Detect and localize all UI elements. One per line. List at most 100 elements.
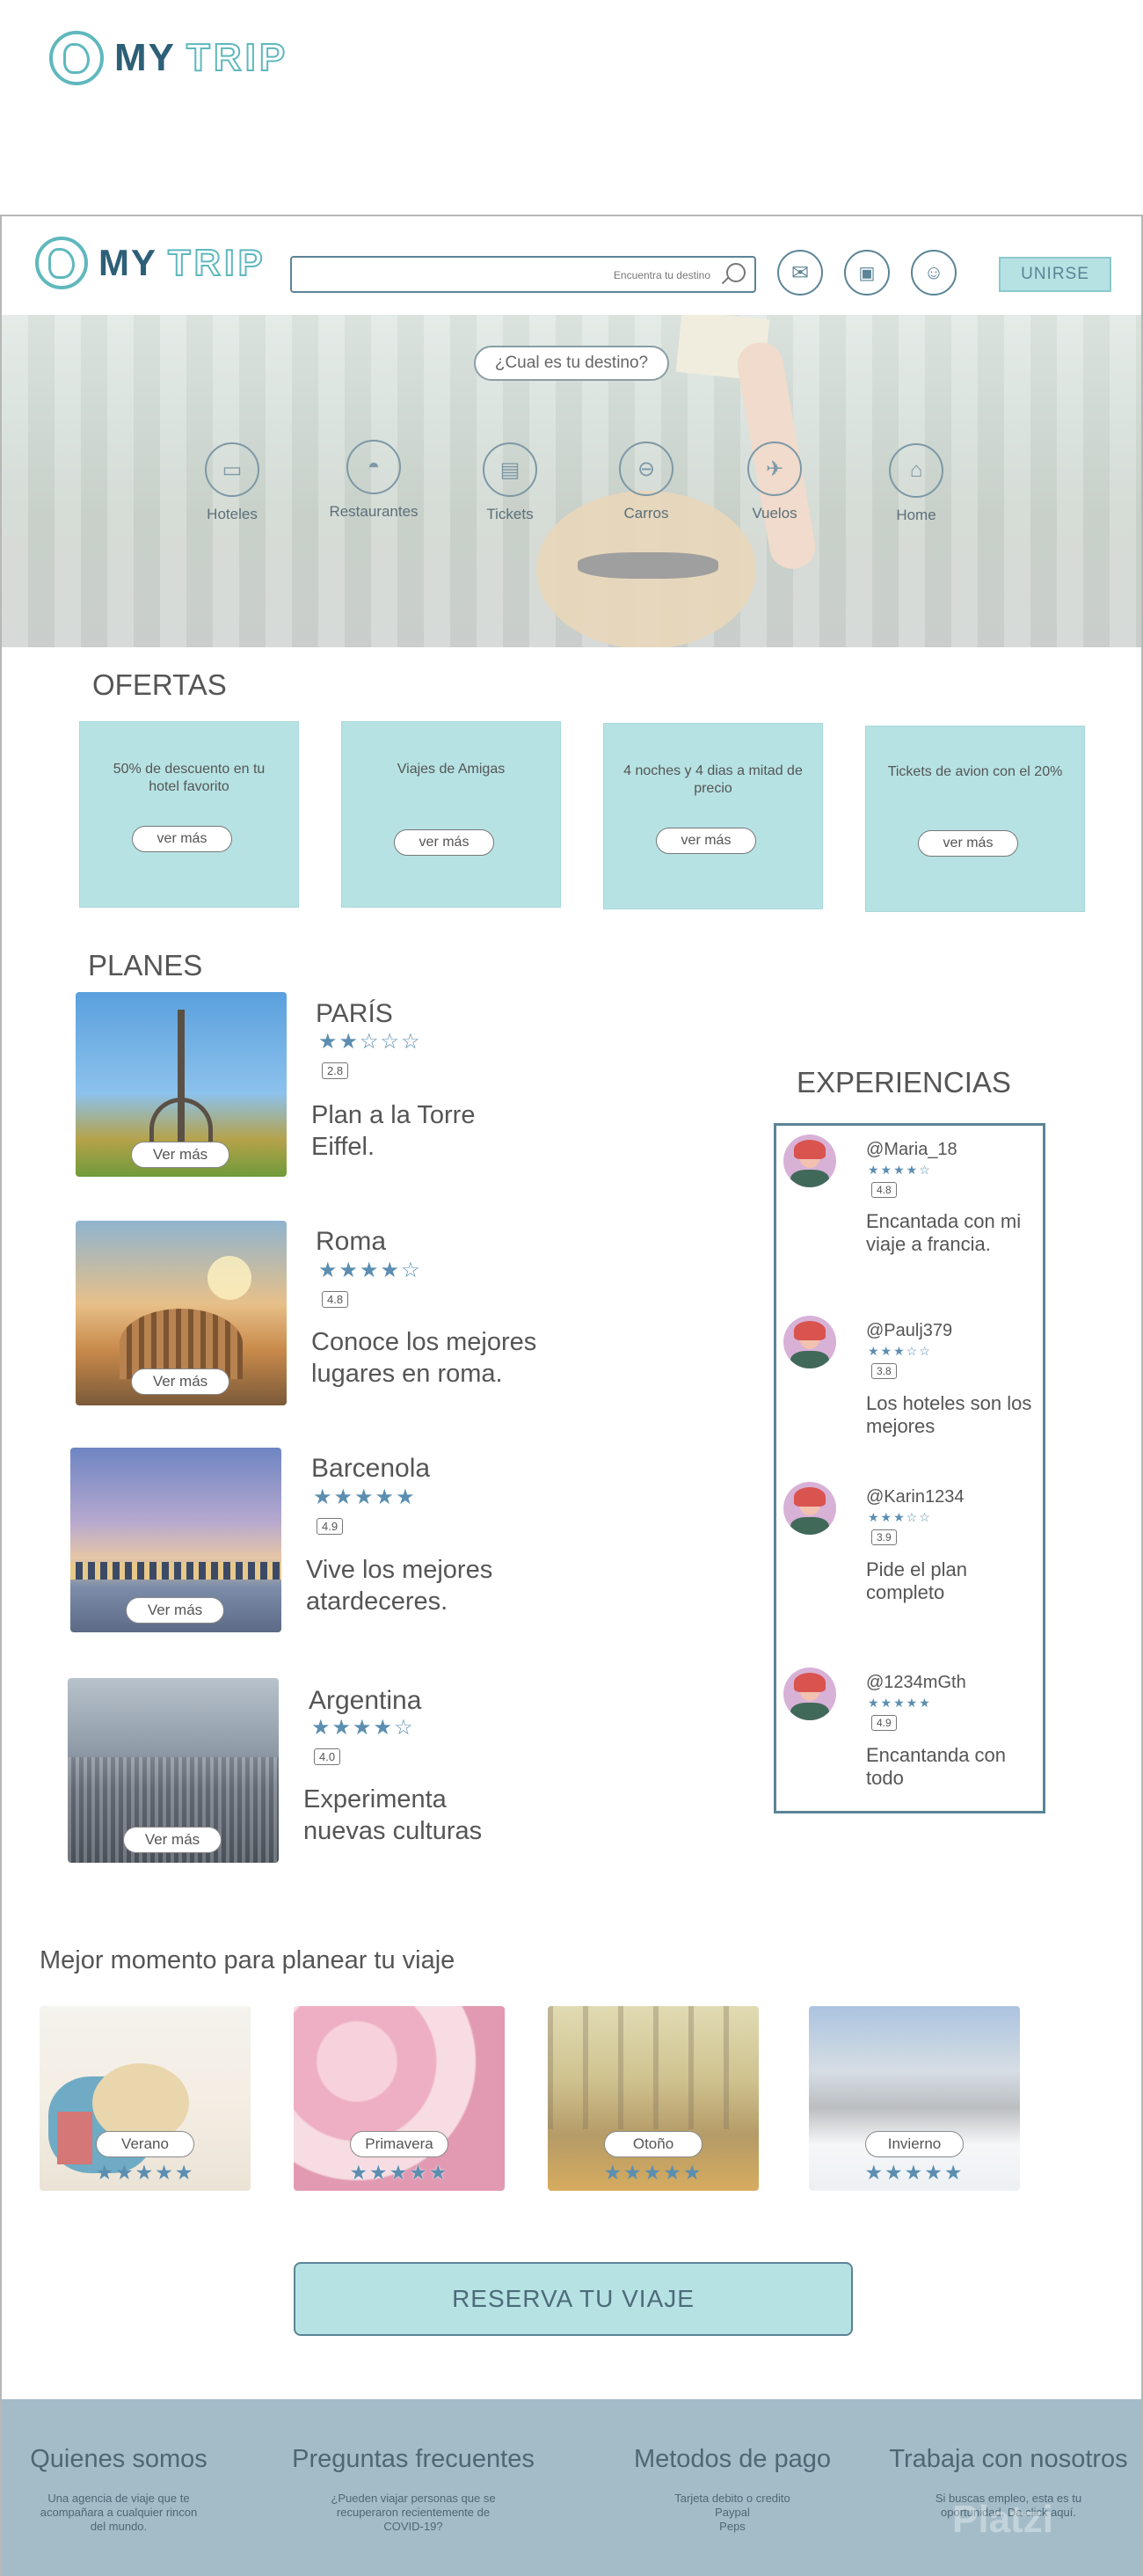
footer-preguntas[interactable]: Preguntas frecuentes ¿Pueden viajar pers… <box>281 2445 545 2534</box>
oferta-text: Tickets de avion con el 20% <box>887 764 1063 779</box>
rating-badge: 3.8 <box>871 1363 897 1379</box>
ver-mas-button[interactable]: ver más <box>132 826 232 852</box>
star-rating: ★★★★★ <box>95 2161 195 2184</box>
avatar <box>783 1316 836 1368</box>
oferta-text: 4 noches y 4 dias a mitad de precio <box>623 763 803 796</box>
category-label: Home <box>896 507 936 523</box>
plan-name: Argentina <box>309 1686 422 1715</box>
ver-mas-button[interactable]: ver más <box>394 829 494 856</box>
rating-badge: 4.8 <box>322 1291 349 1308</box>
rating-badge: 3.9 <box>871 1529 897 1545</box>
season-invierno[interactable]: Invierno ★★★★★ <box>809 2006 1020 2191</box>
experiencias-title: EXPERIENCIAS <box>797 1066 1011 1098</box>
ver-mas-button[interactable]: ver más <box>918 830 1018 857</box>
ver-mas-button[interactable]: Ver más <box>131 1142 229 1168</box>
ver-mas-button[interactable]: Ver más <box>123 1827 222 1853</box>
category-home[interactable]: ⌂ Home <box>855 443 978 524</box>
footer-text: Tarjeta debito o credito Paypal Peps <box>674 2492 790 2533</box>
avatar <box>783 1135 836 1187</box>
category-vuelos[interactable]: ✈ Vuelos <box>713 441 836 522</box>
username: @1234mGth <box>866 1673 966 1692</box>
plan-name: Barcenola <box>311 1454 431 1483</box>
user-button[interactable]: ☺ <box>911 250 957 296</box>
category-restaurantes[interactable]: ◓ Restaurantes <box>312 440 435 521</box>
planes-title: PLANES <box>88 949 203 982</box>
destination-prompt[interactable]: ¿Cual es tu destino? <box>474 346 669 381</box>
temporadas-title: Mejor momento para planear tu viaje <box>40 1946 455 1974</box>
footer-metodos-pago[interactable]: Metodos de pago Tarjeta debito o credito… <box>622 2445 842 2534</box>
plan-description: Experimenta nuevas culturas <box>303 1785 483 1845</box>
footer-heading[interactable]: Trabaja con nosotros <box>881 2445 1136 2474</box>
season-primavera[interactable]: Primavera ★★★★★ <box>294 2006 505 2191</box>
footer-text: ¿Pueden viajar personas que se recuperar… <box>331 2492 496 2533</box>
search-input[interactable]: Encuentra tu destino <box>290 256 756 293</box>
rating-badge: 4.8 <box>871 1182 897 1198</box>
footer-quienes-somos[interactable]: Quienes somos Una agencia de viaje que t… <box>18 2445 220 2534</box>
comment: Los hoteles son los mejores <box>866 1392 1032 1437</box>
logo-word-my: MY <box>98 242 157 283</box>
star-rating: ★★★★★ <box>864 2161 965 2184</box>
logo-word-my: MY <box>114 36 176 79</box>
mail-button[interactable]: ✉ <box>777 250 823 296</box>
cloche-icon: ◓ <box>346 440 401 494</box>
plan-description: Plan a la Torre Eiffel. <box>311 1101 476 1161</box>
category-carros[interactable]: ⊖ Carros <box>585 441 708 522</box>
plane-icon: ✈ <box>747 441 802 496</box>
globe-plane-icon <box>49 31 104 85</box>
star-rating: ★★★★☆ <box>318 1259 422 1282</box>
category-hoteles[interactable]: ▭ Hoteles <box>171 442 294 523</box>
comment: Encantanda con todo <box>866 1744 1007 1789</box>
top-logo: MY TRIP <box>49 28 288 88</box>
experiencias-panel: @Maria_18 ★★★★☆ 4.8 Encantada con mi via… <box>774 1123 1045 1813</box>
star-rating: ★★★★★ <box>603 2161 703 2184</box>
join-button[interactable]: UNIRSE <box>999 257 1111 292</box>
footer-heading[interactable]: Metodos de pago <box>622 2445 842 2474</box>
car-icon: ⊖ <box>619 441 673 496</box>
oferta-text: Viajes de Amigas <box>397 762 506 777</box>
avatar <box>783 1482 836 1535</box>
plan-description: Conoce los mejores lugares en roma. <box>311 1328 537 1388</box>
season-label: Invierno <box>865 2131 964 2157</box>
header-logo[interactable]: MY TRIP <box>35 234 266 292</box>
oferta-card[interactable]: 50% de descuento en tu hotel favorito ve… <box>79 721 299 908</box>
logo-word-trip: TRIP <box>167 241 266 284</box>
briefcase-button[interactable]: ▣ <box>844 250 890 296</box>
plan-description: Vive los mejores atardeceres. <box>306 1556 493 1616</box>
ver-mas-button[interactable]: ver más <box>656 828 756 854</box>
oferta-card[interactable]: Viajes de Amigas ver más <box>341 721 561 908</box>
season-label: Primavera <box>350 2131 448 2157</box>
category-label: Restaurantes <box>329 503 419 520</box>
category-label: Hoteles <box>207 506 258 522</box>
plan-name: PARÍS <box>316 999 393 1028</box>
oferta-text: 50% de descuento en tu hotel favorito <box>113 762 266 794</box>
search-icon[interactable] <box>726 263 746 282</box>
rating-badge: 4.0 <box>314 1748 341 1765</box>
reserva-button[interactable]: RESERVA TU VIAJE <box>294 2262 853 2336</box>
user-icon: ☺ <box>923 261 944 283</box>
category-label: Tickets <box>486 506 534 522</box>
oferta-card[interactable]: 4 noches y 4 dias a mitad de precio ver … <box>603 723 823 909</box>
ver-mas-button[interactable]: Ver más <box>126 1597 224 1624</box>
logo-word-trip: TRIP <box>186 35 289 80</box>
star-rating: ★★★★☆ <box>868 1163 932 1177</box>
comment: Encantada con mi viaje a francia. <box>866 1210 1022 1255</box>
season-verano[interactable]: Verano ★★★★★ <box>40 2006 251 2191</box>
footer-heading[interactable]: Quienes somos <box>18 2445 220 2474</box>
star-rating: ★★☆☆☆ <box>318 1030 422 1054</box>
star-rating: ★★★★★ <box>868 1696 932 1710</box>
category-tickets[interactable]: ▤ Tickets <box>448 442 572 523</box>
footer-text: Una agencia de viaje que te acompañara a… <box>40 2492 198 2533</box>
star-rating: ★★★★★ <box>313 1485 417 1509</box>
footer-heading[interactable]: Preguntas frecuentes <box>281 2445 545 2474</box>
platzi-watermark: Platzi <box>952 2498 1053 2541</box>
star-rating: ★★★★☆ <box>311 1716 415 1740</box>
rating-badge: 4.9 <box>871 1715 897 1731</box>
ver-mas-button[interactable]: Ver más <box>131 1368 229 1395</box>
username: @Karin1234 <box>866 1487 965 1507</box>
mail-icon: ✉ <box>790 260 810 285</box>
house-icon: ⌂ <box>889 443 943 498</box>
oferta-card[interactable]: Tickets de avion con el 20% ver más <box>865 726 1085 912</box>
season-otono[interactable]: Otoño ★★★★★ <box>548 2006 759 2191</box>
comment: Pide el plan completo <box>866 1558 967 1603</box>
season-label: Otoño <box>604 2131 703 2157</box>
